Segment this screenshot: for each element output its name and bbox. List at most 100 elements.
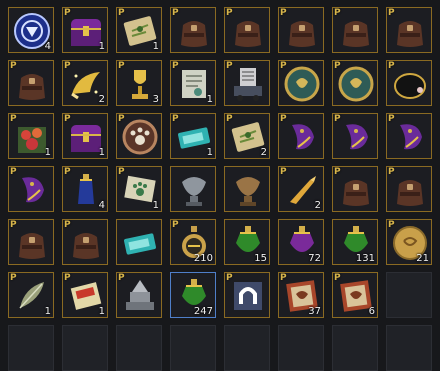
- inventory-slot[interactable]: P: [386, 113, 432, 159]
- inventory-slot[interactable]: P1: [116, 7, 162, 53]
- inventory-slot[interactable]: P1: [62, 7, 108, 53]
- item-quantity: 1: [98, 306, 105, 317]
- premium-mark: P: [118, 167, 125, 177]
- empty-inventory-slot[interactable]: [386, 325, 432, 371]
- inventory-slot[interactable]: P: [332, 7, 378, 53]
- premium-mark: P: [118, 61, 125, 71]
- inventory-slot[interactable]: 72: [278, 219, 324, 265]
- inventory-slot[interactable]: P1: [8, 272, 54, 318]
- inventory-slot[interactable]: P 21: [386, 219, 432, 265]
- leather-bag-icon: [343, 21, 369, 47]
- inventory-slot[interactable]: P4: [62, 166, 108, 212]
- premium-mark: P: [172, 8, 179, 18]
- item-quantity: 1: [98, 41, 105, 52]
- inventory-slot[interactable]: P1: [170, 60, 216, 106]
- empty-inventory-slot[interactable]: [170, 325, 216, 371]
- premium-mark: P: [280, 61, 287, 71]
- leather-bag-icon: [289, 21, 315, 47]
- inventory-slot[interactable]: P: [116, 272, 162, 318]
- item-quantity: 3: [152, 94, 159, 105]
- empty-inventory-slot[interactable]: [386, 272, 432, 318]
- premium-mark: P: [64, 273, 71, 283]
- inventory-slot[interactable]: P2: [224, 113, 270, 159]
- inventory-slot[interactable]: 247: [170, 272, 216, 318]
- empty-inventory-slot[interactable]: [62, 325, 108, 371]
- inventory-slot[interactable]: P2: [278, 166, 324, 212]
- premium-mark: P: [64, 61, 71, 71]
- purple-crest-icon: [346, 124, 368, 150]
- premium-mark: P: [64, 220, 71, 230]
- coin-medallion-icon: [338, 66, 374, 102]
- premium-mark: P: [64, 167, 71, 177]
- inventory-slot[interactable]: P: [332, 166, 378, 212]
- item-quantity: 1: [206, 147, 213, 158]
- premium-mark: P: [226, 273, 233, 283]
- inventory-slot[interactable]: P: [224, 7, 270, 53]
- empty-inventory-slot[interactable]: [116, 325, 162, 371]
- item-quantity: 72: [308, 253, 321, 264]
- item-quantity: 4: [44, 41, 51, 52]
- item-quantity: 210: [193, 253, 213, 264]
- item-quantity: 1: [152, 41, 159, 52]
- premium-mark: P: [10, 167, 17, 177]
- inventory-slot[interactable]: 15: [224, 219, 270, 265]
- inventory-slot[interactable]: P: [332, 113, 378, 159]
- inventory-slot[interactable]: P1: [116, 166, 162, 212]
- purple-crest-icon: [22, 177, 44, 203]
- inventory-slot[interactable]: P: [386, 7, 432, 53]
- coin-medallion-icon: [284, 66, 320, 102]
- item-quantity: 1: [206, 94, 213, 105]
- inventory-slot[interactable]: [116, 219, 162, 265]
- inventory-slot[interactable]: P: [278, 60, 324, 106]
- item-quantity: 1: [98, 147, 105, 158]
- bronze-bird-statue-icon: [236, 177, 260, 206]
- inventory-slot[interactable]: P1: [62, 272, 108, 318]
- inventory-slot[interactable]: P: [386, 166, 432, 212]
- inventory-slot[interactable]: P: [224, 60, 270, 106]
- item-quantity: 1: [44, 147, 51, 158]
- empty-inventory-slot[interactable]: [224, 325, 270, 371]
- inventory-slot[interactable]: P: [116, 113, 162, 159]
- inventory-grid: 4P1P1PPPPPPP2P3P1PPPPP1P1PP1P2PPPPP4P1P2…: [0, 0, 440, 371]
- inventory-slot[interactable]: P: [332, 60, 378, 106]
- inventory-slot[interactable]: 131: [332, 219, 378, 265]
- inventory-slot[interactable]: P 210: [170, 219, 216, 265]
- empty-inventory-slot[interactable]: [332, 325, 378, 371]
- inventory-slot[interactable]: P: [8, 166, 54, 212]
- leather-bag-icon: [19, 74, 45, 100]
- purple-crest-icon: [292, 124, 314, 150]
- inventory-slot[interactable]: P2: [62, 60, 108, 106]
- inventory-slot[interactable]: P 37: [278, 272, 324, 318]
- leather-bag-icon: [397, 180, 423, 206]
- inventory-slot[interactable]: P: [224, 272, 270, 318]
- inventory-slot[interactable]: P6: [332, 272, 378, 318]
- inventory-slot[interactable]: P: [8, 60, 54, 106]
- cart-icon: [234, 68, 262, 101]
- inventory-slot[interactable]: P: [62, 219, 108, 265]
- empty-inventory-slot[interactable]: [278, 325, 324, 371]
- teal-ticket-icon: [124, 233, 156, 255]
- inventory-slot[interactable]: [170, 166, 216, 212]
- inventory-slot[interactable]: [224, 166, 270, 212]
- inventory-slot[interactable]: P: [386, 60, 432, 106]
- black-pouch-icon: [394, 73, 426, 99]
- premium-mark: P: [64, 8, 71, 18]
- item-quantity: 4: [98, 200, 105, 211]
- premium-mark: P: [280, 114, 287, 124]
- inventory-slot[interactable]: P3: [116, 60, 162, 106]
- inventory-slot[interactable]: P: [278, 113, 324, 159]
- premium-mark: P: [388, 167, 395, 177]
- inventory-slot[interactable]: P1: [8, 113, 54, 159]
- inventory-slot[interactable]: P: [278, 7, 324, 53]
- premium-mark: P: [118, 8, 125, 18]
- inventory-slot[interactable]: P1: [170, 113, 216, 159]
- inventory-slot[interactable]: 4: [8, 7, 54, 53]
- premium-mark: P: [118, 114, 125, 124]
- inventory-slot[interactable]: P: [8, 219, 54, 265]
- inventory-slot[interactable]: P: [170, 7, 216, 53]
- item-quantity: 2: [314, 200, 321, 211]
- empty-inventory-slot[interactable]: [8, 325, 54, 371]
- inventory-slot[interactable]: P1: [62, 113, 108, 159]
- item-quantity: 1: [152, 200, 159, 211]
- premium-mark: P: [388, 61, 395, 71]
